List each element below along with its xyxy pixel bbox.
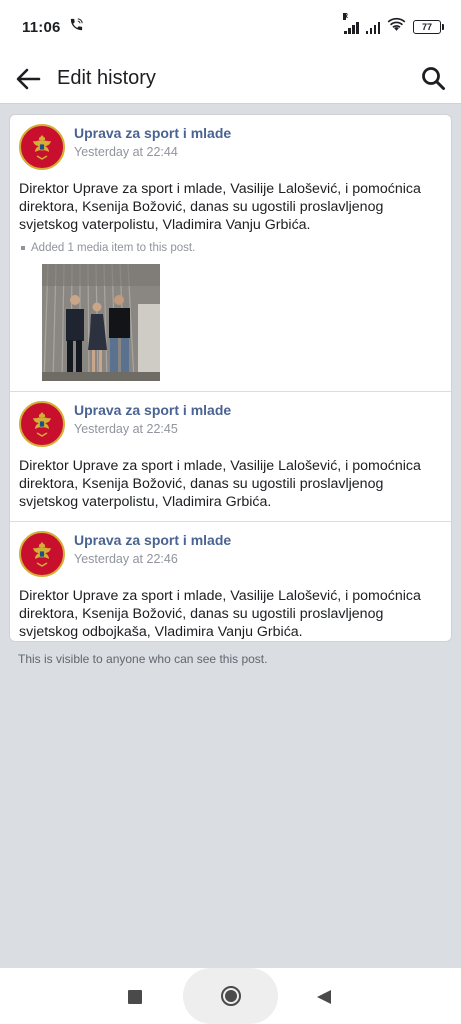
coat-of-arms-icon [33,135,51,160]
page-name-link[interactable]: Uprava za sport i mlade [74,532,231,548]
signal-icon [365,21,380,34]
status-time: 11:06 [22,18,61,36]
entry-timestamp: Yesterday at 22:44 [74,145,178,159]
entry-meta: Uprava za sport i mlade Yesterday at 22:… [74,124,231,159]
page-name-link[interactable]: Uprava za sport i mlade [74,125,231,141]
post-text: Direktor Uprave za sport i mlade, Vasili… [19,181,421,233]
coat-of-arms-icon [33,542,51,567]
avatar[interactable] [19,531,65,577]
signal-roaming-label: R [343,12,349,20]
search-icon [421,67,445,90]
call-icon [69,17,84,37]
entry-meta: Uprava za sport i mlade Yesterday at 22:… [74,531,231,566]
status-right: R 77 [343,12,444,37]
entry-timestamp: Yesterday at 22:45 [74,422,178,436]
signal-icon: R [343,12,359,34]
avatar[interactable] [19,401,65,447]
change-note: Added 1 media item to this post. [19,242,442,254]
post-text: Direktor Uprave za sport i mlade, Vasili… [19,588,421,640]
battery-level: 77 [421,22,432,32]
entry-header: Uprava za sport i mlade Yesterday at 22:… [19,124,442,170]
square-icon [128,990,142,1004]
wifi-icon [387,17,406,37]
entry-timestamp: Yesterday at 22:46 [74,552,178,566]
battery-icon: 77 [413,20,444,34]
system-nav-bar [0,968,461,1024]
entry-meta: Uprava za sport i mlade Yesterday at 22:… [74,401,231,436]
status-left: 11:06 [22,17,84,37]
page-title: Edit history [57,67,156,89]
home-button[interactable] [183,968,278,1024]
post-text: Direktor Uprave za sport i mlade, Vasili… [19,458,421,510]
app-header: Edit history [0,54,461,104]
avatar[interactable] [19,124,65,170]
entry-header: Uprava za sport i mlade Yesterday at 22:… [19,531,442,577]
circle-icon [220,986,241,1006]
status-bar: 11:06 R 77 [0,0,461,54]
media-thumbnail[interactable] [42,264,160,381]
visibility-note: This is visible to anyone who can see th… [18,652,268,666]
page-name-link[interactable]: Uprava za sport i mlade [74,402,231,418]
edit-history-entry: Uprava za sport i mlade Yesterday at 22:… [10,522,451,641]
edit-history-entry: Uprava za sport i mlade Yesterday at 22:… [10,115,451,392]
search-button[interactable] [419,65,447,93]
edit-history-entry: Uprava za sport i mlade Yesterday at 22:… [10,392,451,522]
edit-history-card: Uprava za sport i mlade Yesterday at 22:… [9,114,452,642]
entry-header: Uprava za sport i mlade Yesterday at 22:… [19,401,442,447]
coat-of-arms-icon [33,412,51,437]
back-button[interactable] [14,65,42,93]
triangle-back-icon [317,990,331,1004]
recents-button[interactable] [124,986,146,1008]
arrow-left-icon [16,68,41,89]
back-nav-button[interactable] [313,986,335,1008]
